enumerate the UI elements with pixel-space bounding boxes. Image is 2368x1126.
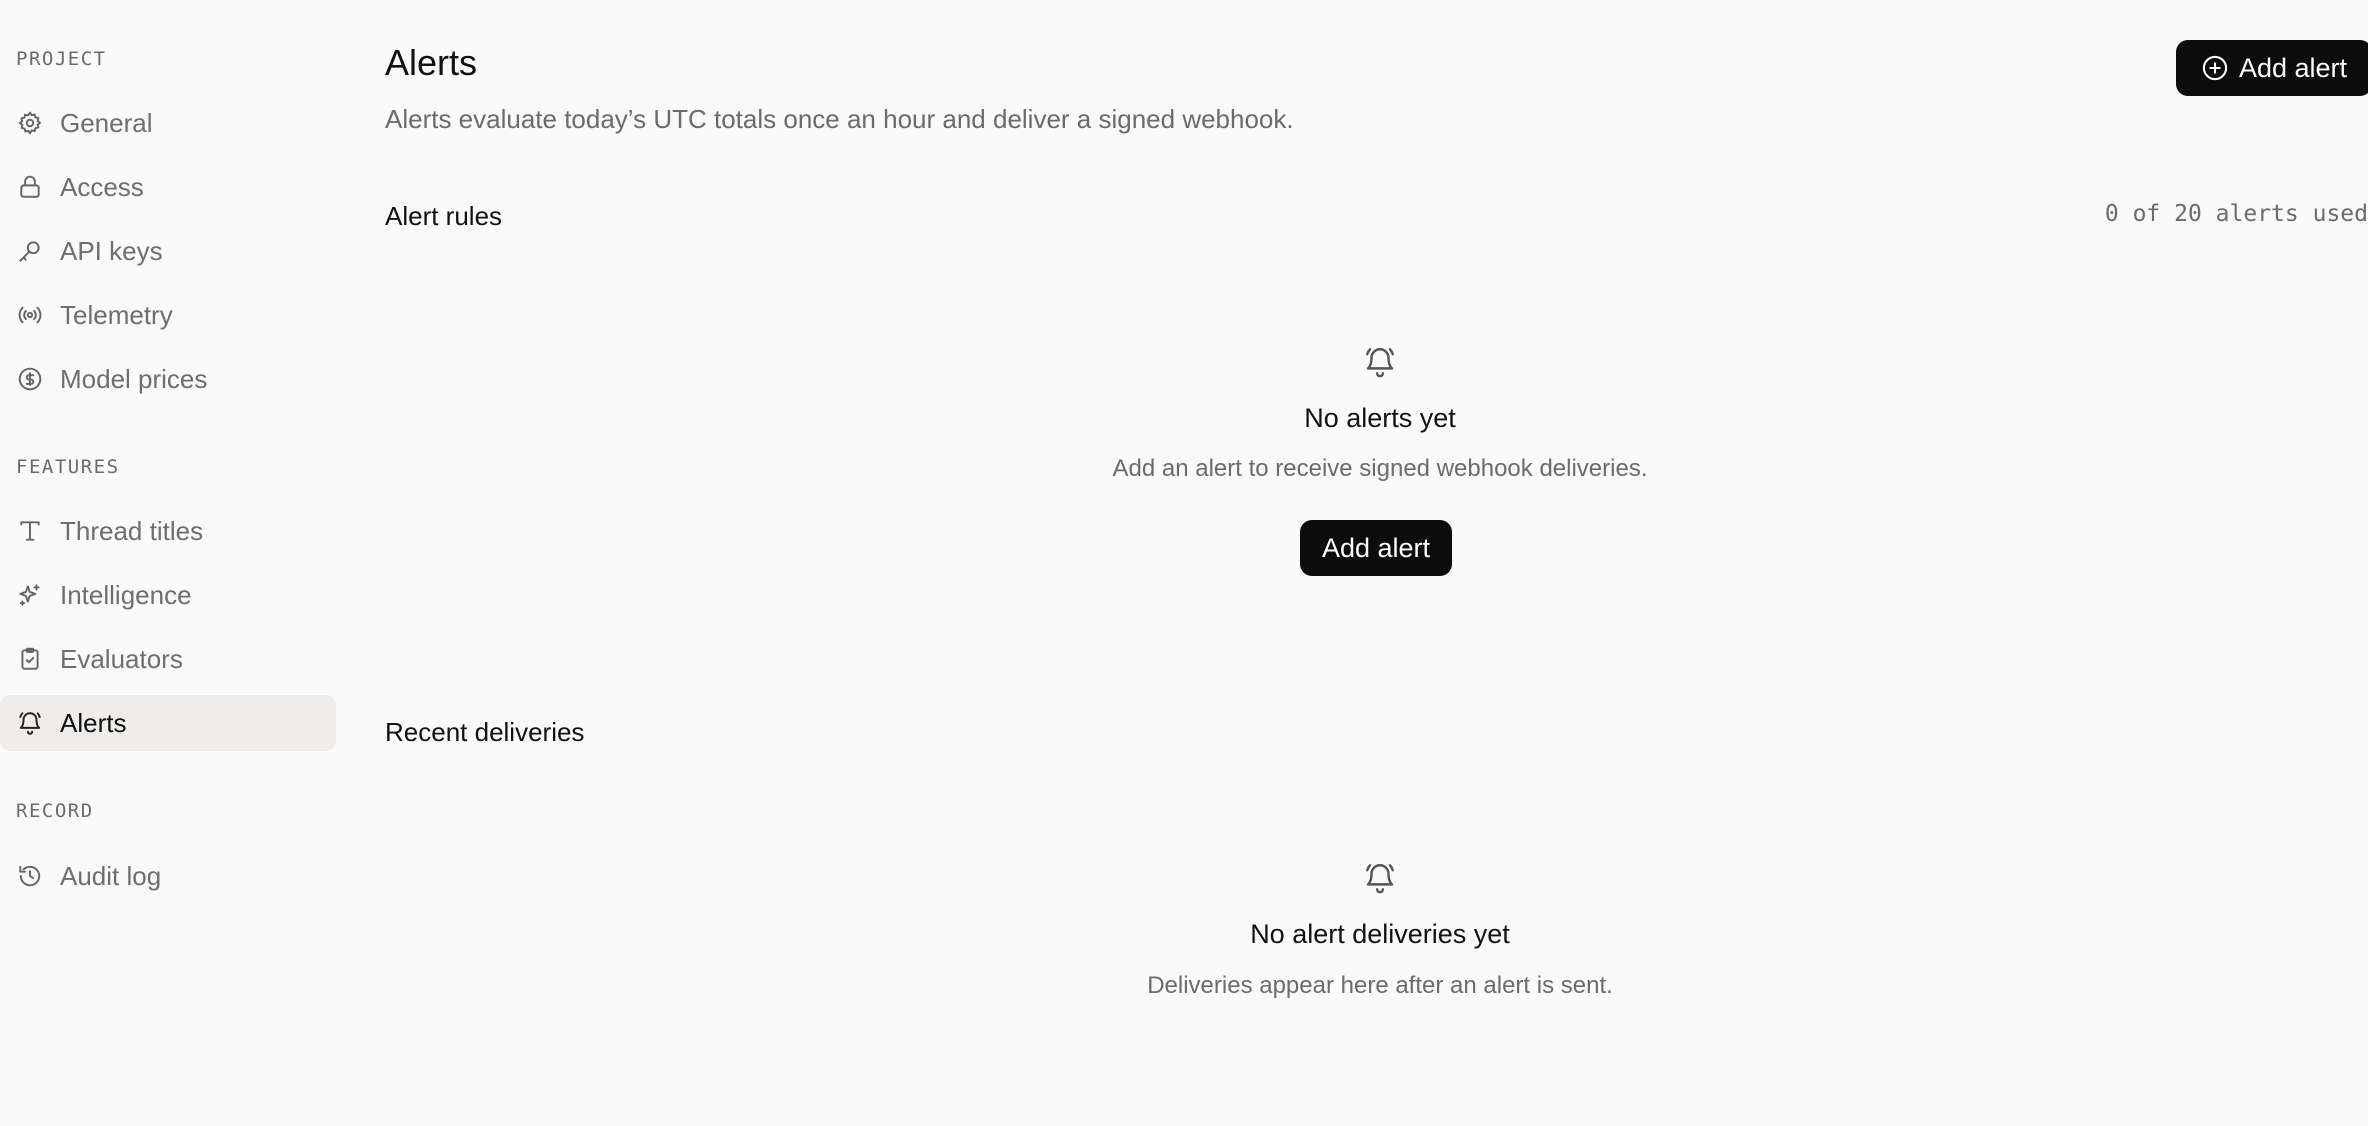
section-label-project: PROJECT [16, 48, 107, 70]
sidebar-item-intelligence[interactable]: Intelligence [0, 567, 336, 623]
alert-rules-heading: Alert rules [385, 201, 503, 231]
lock-icon [16, 173, 44, 201]
sidebar-item-label: Intelligence [60, 579, 192, 610]
bell-icon [1366, 348, 1394, 378]
dollar-circle-icon [16, 365, 44, 393]
bell-icon [1366, 864, 1394, 894]
sidebar-item-label: Alerts [60, 707, 127, 738]
deliveries-empty-title: No alert deliveries yet [1250, 919, 1510, 949]
add-alert-button-label: Add alert [2238, 52, 2348, 83]
alert-rules-empty-description: Add an alert to receive signed webhook d… [1112, 455, 1648, 482]
sparkles-icon [16, 581, 44, 609]
broadcast-icon [16, 301, 44, 329]
plus-circle-icon [2202, 55, 2228, 81]
sidebar-item-audit-log[interactable]: Audit log [0, 848, 336, 904]
sidebar-item-api-keys[interactable]: API keys [0, 223, 336, 279]
sidebar-item-label: Telemetry [60, 299, 173, 330]
main-content: Alerts Alerts evaluate today’s UTC total… [385, 0, 2368, 1126]
sidebar-item-alerts[interactable]: Alerts [0, 695, 336, 751]
section-label-features: FEATURES [16, 456, 120, 478]
sidebar-item-access[interactable]: Access [0, 159, 336, 215]
sidebar-item-telemetry[interactable]: Telemetry [0, 287, 336, 343]
add-alert-empty-button[interactable]: Add alert [1300, 520, 1452, 576]
deliveries-empty-state [385, 861, 2368, 895]
section-label-record: RECORD [16, 800, 94, 822]
sidebar-item-label: API keys [60, 235, 163, 266]
sidebar-item-label: Thread titles [60, 515, 204, 546]
gear-icon [16, 109, 44, 137]
alert-rules-empty-title: No alerts yet [1304, 403, 1456, 433]
sidebar-item-label: General [60, 107, 153, 138]
page-subtitle: Alerts evaluate today’s UTC totals once … [385, 104, 1294, 134]
key-icon [16, 237, 44, 265]
bell-icon [16, 709, 44, 737]
alerts-quota: 0 of 20 alerts used [2104, 201, 2368, 227]
sidebar-item-evaluators[interactable]: Evaluators [0, 631, 336, 687]
sidebar-item-label: Access [60, 171, 144, 202]
sidebar-item-label: Model prices [60, 363, 208, 394]
deliveries-empty-description: Deliveries appear here after an alert is… [1147, 972, 1613, 999]
sidebar-item-thread-titles[interactable]: Thread titles [0, 503, 336, 559]
sidebar: PROJECT General Access API keys Telemetr… [0, 0, 340, 1126]
recent-deliveries-heading: Recent deliveries [385, 717, 585, 747]
page-title: Alerts [385, 42, 478, 83]
add-alert-button[interactable]: Add alert [2176, 40, 2368, 96]
clipboard-check-icon [16, 645, 44, 673]
history-icon [16, 862, 44, 890]
sidebar-item-general[interactable]: General [0, 95, 336, 151]
sidebar-item-label: Audit log [60, 860, 162, 891]
alert-rules-empty-state [385, 345, 2368, 379]
sidebar-item-model-prices[interactable]: Model prices [0, 351, 336, 407]
text-icon [16, 517, 44, 545]
sidebar-item-label: Evaluators [60, 643, 183, 674]
